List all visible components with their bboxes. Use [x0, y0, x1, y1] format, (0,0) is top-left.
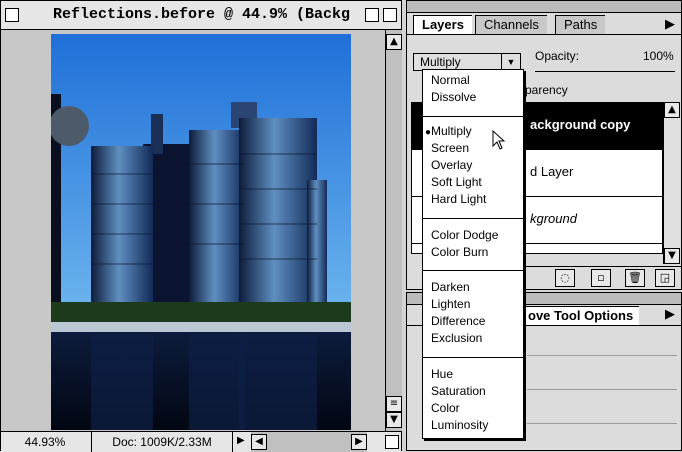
scroll-up-arrow-icon[interactable]: ▲ [386, 34, 402, 50]
vertical-scrollbar[interactable]: ▲ ≡ ▼ [385, 30, 402, 431]
scroll-right-arrow-icon[interactable]: ▶ [351, 434, 367, 450]
menu-item-hue[interactable]: Hue [423, 366, 523, 383]
dropdown-arrow-icon: ▼ [501, 54, 520, 70]
document-title-bar[interactable]: Reflections.before @ 44.9% (Backg [1, 1, 401, 30]
blend-mode-value: Multiply [420, 55, 461, 69]
opacity-value[interactable]: 100% [643, 49, 674, 63]
new-layer-icon[interactable]: ▫ [591, 269, 611, 287]
status-bar: 44.93% Doc: 1009K/2.33M ▶ ◀ ▶ [1, 431, 401, 452]
menu-separator [423, 270, 523, 271]
menu-item-normal[interactable]: Normal [423, 72, 523, 89]
blend-mode-menu: Normal Dissolve ● Multiply Screen Overla… [422, 69, 524, 439]
palette-button-bar: ◌ ▫ 🗑 ◲ [525, 266, 681, 289]
opacity-slider[interactable] [535, 65, 675, 72]
menu-item-multiply[interactable]: Multiply [423, 123, 523, 140]
collapse-box[interactable] [383, 8, 397, 22]
document-image[interactable] [51, 34, 351, 430]
menu-item-dissolve[interactable]: Dissolve [423, 89, 523, 106]
document-title: Reflections.before @ 44.9% (Backg [47, 6, 379, 24]
menu-separator [423, 218, 523, 219]
resize-grip-icon[interactable] [385, 435, 399, 449]
scroll-down-arrow-icon[interactable]: ▼ [386, 412, 402, 428]
menu-item-saturation[interactable]: Saturation [423, 383, 523, 400]
opacity-label: Opacity: [535, 49, 580, 63]
menu-separator [423, 116, 523, 117]
zoom-field[interactable]: 44.93% [5, 434, 85, 450]
scroll-thumb[interactable]: ≡ [386, 396, 402, 412]
menu-separator [423, 357, 523, 358]
horizontal-scrollbar[interactable]: ◀ ▶ [251, 432, 367, 452]
layer-mask-icon[interactable]: ◌ [555, 269, 575, 287]
scroll-down-arrow-icon[interactable]: ▼ [664, 248, 680, 264]
menu-item-overlay[interactable]: Overlay [423, 157, 523, 174]
tab-channels[interactable]: Channels [475, 15, 547, 34]
menu-item-luminosity[interactable]: Luminosity [423, 417, 523, 434]
tab-paths[interactable]: Paths [555, 15, 606, 34]
layer-name: kground [530, 211, 577, 226]
menu-item-exclusion[interactable]: Exclusion [423, 330, 523, 347]
menu-item-difference[interactable]: Difference [423, 313, 523, 330]
layer-name: d Layer [530, 164, 574, 179]
menu-item-hard-light[interactable]: Hard Light [423, 191, 523, 208]
palette-menu-arrow-icon[interactable]: ▶ [665, 17, 675, 32]
document-window: Reflections.before @ 44.9% (Backg ▲ ≡ ▼ … [0, 0, 402, 452]
tab-layers[interactable]: Layers [413, 15, 472, 34]
menu-item-screen[interactable]: Screen [423, 140, 523, 157]
divider [527, 355, 677, 356]
menu-item-color-dodge[interactable]: Color Dodge [423, 227, 523, 244]
trash-icon[interactable]: 🗑 [625, 269, 645, 287]
status-menu-arrow-icon[interactable]: ▶ [237, 435, 245, 446]
menu-item-soft-light[interactable]: Soft Light [423, 174, 523, 191]
cursor-arrow-icon [492, 129, 506, 153]
menu-item-color[interactable]: Color [423, 400, 523, 417]
scroll-up-arrow-icon[interactable]: ▲ [664, 102, 680, 118]
doc-info[interactable]: Doc: 1009K/2.33M [91, 432, 233, 452]
preserve-transparency-label[interactable]: parency [525, 83, 568, 97]
zoom-box[interactable] [365, 8, 379, 22]
close-box[interactable] [5, 8, 19, 22]
resize-grip-icon[interactable]: ◲ [655, 269, 675, 287]
divider [527, 423, 677, 424]
divider [527, 389, 677, 390]
palette-menu-arrow-icon[interactable]: ▶ [665, 307, 675, 322]
menu-item-darken[interactable]: Darken [423, 279, 523, 296]
palette-title-bar[interactable] [407, 1, 681, 13]
layer-name: ackground copy [530, 117, 631, 132]
menu-item-color-burn[interactable]: Color Burn [423, 244, 523, 261]
tab-move-tool-options[interactable]: ove Tool Options [521, 306, 640, 325]
scroll-left-arrow-icon[interactable]: ◀ [251, 434, 267, 450]
image-canvas [51, 34, 351, 430]
layers-scrollbar[interactable]: ▲ ▼ [663, 102, 680, 264]
menu-item-lighten[interactable]: Lighten [423, 296, 523, 313]
